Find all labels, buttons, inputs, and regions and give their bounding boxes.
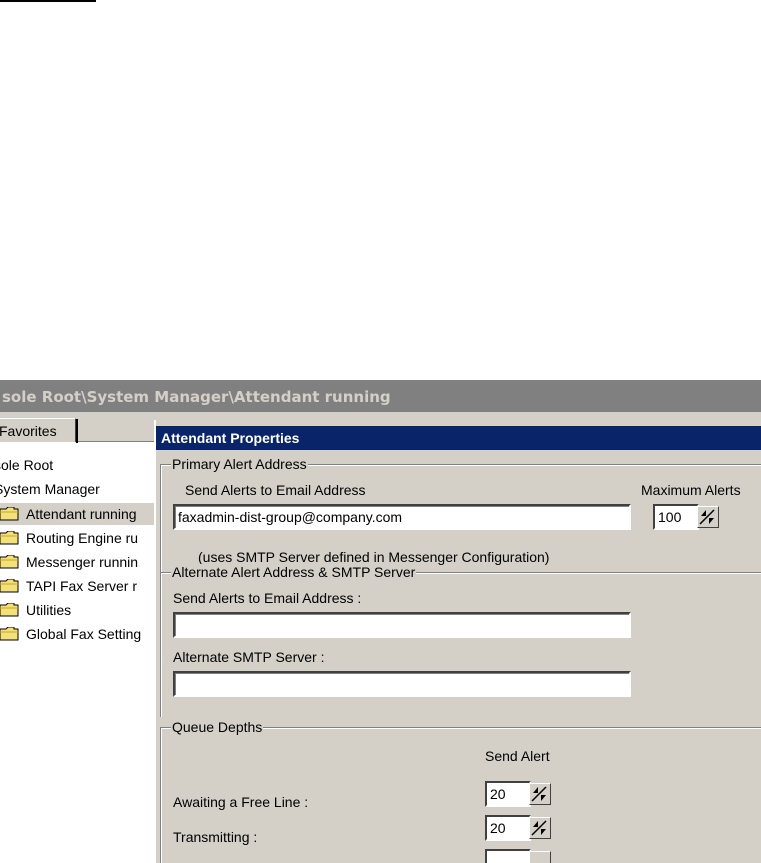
folder-icon bbox=[0, 507, 19, 521]
tree-item-label: Global Fax Setting bbox=[26, 626, 142, 642]
queue-row-label: Awaiting a Free Line : bbox=[173, 794, 309, 810]
tree-item-label: Utilities bbox=[26, 602, 72, 618]
folder-icon bbox=[0, 531, 19, 545]
primary-email-label: Send Alerts to Email Address bbox=[185, 482, 366, 498]
alternate-email-label: Send Alerts to Email Address : bbox=[173, 590, 362, 606]
queue-row-label: Transmitting : bbox=[173, 829, 258, 845]
tree-item-label: TAPI Fax Server r bbox=[26, 578, 137, 594]
alternate-email-input[interactable] bbox=[173, 612, 631, 638]
alternate-smtp-input[interactable] bbox=[173, 671, 631, 697]
mmc-window: sole Root\System Manager\Attendant runni… bbox=[0, 380, 761, 863]
queue-row-value[interactable]: 20 bbox=[485, 781, 531, 807]
spin-updown-icon[interactable] bbox=[697, 506, 719, 528]
transmitting-spinner[interactable]: 20 bbox=[485, 815, 553, 841]
tab-edge bbox=[76, 419, 78, 443]
queue-row-value[interactable] bbox=[485, 849, 531, 863]
folder-icon bbox=[0, 627, 19, 641]
alternate-alert-group: Alternate Alert Address & SMTP Server Se… bbox=[160, 564, 761, 717]
spin-updown-icon[interactable] bbox=[529, 783, 551, 805]
folder-icon bbox=[0, 579, 19, 593]
group-title: Alternate Alert Address & SMTP Server bbox=[171, 564, 417, 580]
max-alerts-label: Maximum Alerts bbox=[641, 482, 741, 498]
primary-email-input[interactable]: faxadmin-dist-group@company.com bbox=[173, 504, 631, 530]
group-title: Primary Alert Address bbox=[171, 456, 308, 472]
alternate-smtp-label: Alternate SMTP Server : bbox=[173, 649, 325, 665]
spin-updown-icon[interactable] bbox=[529, 817, 551, 839]
max-alerts-spinner[interactable]: 100 bbox=[653, 504, 721, 530]
tab-favorites[interactable]: Favorites bbox=[0, 418, 78, 443]
max-alerts-value[interactable]: 100 bbox=[653, 504, 699, 530]
tree-item-attendant[interactable]: Attendant running bbox=[0, 503, 154, 525]
awaiting-line-spinner[interactable]: 20 bbox=[485, 781, 553, 807]
tree-item-label: Routing Engine ru bbox=[26, 530, 139, 546]
window-title: sole Root\System Manager\Attendant runni… bbox=[0, 380, 761, 412]
attendant-properties-dialog: Attendant Properties Primary Alert Addre… bbox=[154, 420, 761, 863]
group-title: Queue Depths bbox=[171, 719, 264, 735]
tree-item-label: sole Root bbox=[0, 457, 54, 473]
send-alert-header: Send Alert bbox=[485, 748, 550, 764]
folder-icon bbox=[0, 555, 19, 569]
tab-favorites-label: Favorites bbox=[0, 423, 57, 439]
folder-icon bbox=[0, 603, 19, 617]
queue-row-value[interactable]: 20 bbox=[485, 815, 531, 841]
tree-item-label: System Manager bbox=[0, 481, 100, 497]
tree-item-label: Attendant running bbox=[26, 506, 137, 522]
spin-updown-icon[interactable] bbox=[529, 851, 551, 863]
console-tree: sole Root System Manager Attendant runni… bbox=[0, 441, 154, 863]
dialog-title: Attendant Properties bbox=[156, 426, 761, 450]
tree-item-label: Messenger runnin bbox=[26, 554, 139, 570]
third-queue-spinner[interactable] bbox=[485, 849, 553, 863]
top-rule bbox=[0, 0, 96, 2]
queue-depths-group: Queue Depths Send Alert Awaiting a Free … bbox=[160, 719, 761, 863]
smtp-note: (uses SMTP Server defined in Messenger C… bbox=[198, 549, 550, 565]
